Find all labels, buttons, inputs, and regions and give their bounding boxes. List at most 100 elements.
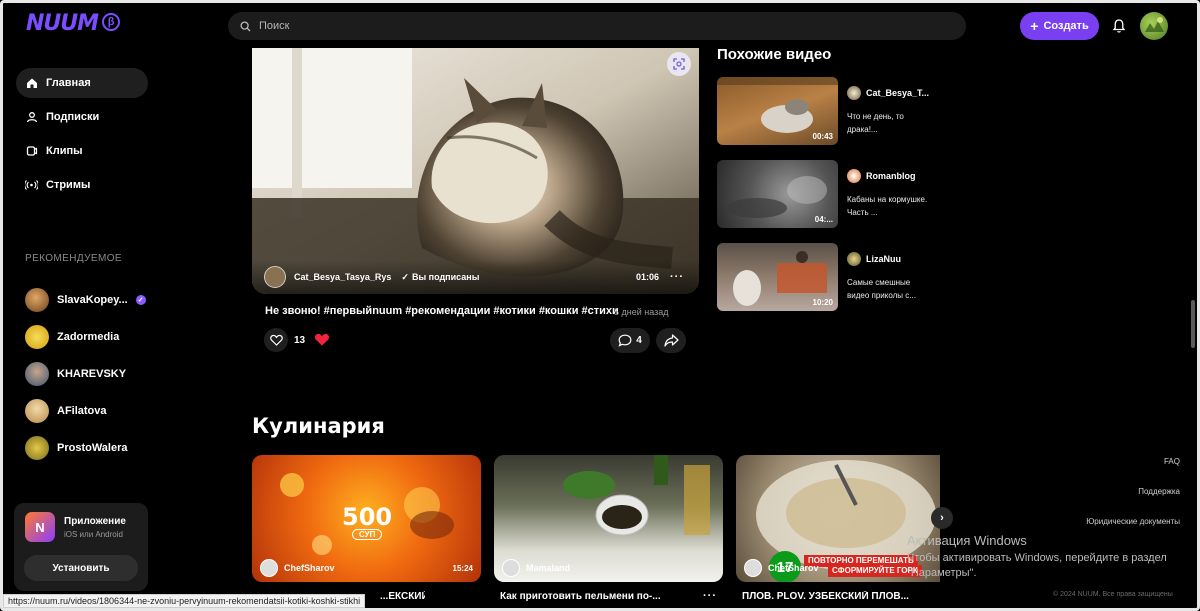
avatar [847,169,861,183]
create-button[interactable]: + Создать [1020,12,1099,40]
like-count: 13 [294,335,306,346]
footer-link-legal[interactable]: Юридические документы [1086,517,1180,526]
video-date: 5 дней назад [614,307,669,317]
card-overlay-number: 500 [342,503,393,531]
watermark-text: Чтобы активировать Windows, перейдите в … [907,552,1167,579]
video-description: Кабаны на кормушке. Часть ... [847,195,928,217]
similar-video-item[interactable]: 10:20 LizaNuu Самые смешные видео прикол… [717,243,957,311]
nav-label: Главная [46,77,91,89]
nav-item-subscriptions[interactable]: Подписки [16,102,148,132]
video-description: Самые смешные видео приколы с... [847,278,916,300]
clips-icon [25,145,38,158]
subscribed-button[interactable]: ✓ Вы подписаны [401,272,479,283]
player-author[interactable]: Cat_Besya_Tasya_Rys ✓ Вы подписаны [264,266,479,288]
recommended-channel[interactable]: Zadormedia [25,318,146,355]
scrollbar[interactable] [1191,300,1195,348]
avatar [847,86,861,100]
user-avatar[interactable] [1140,12,1168,40]
video-player[interactable]: Cat_Besya_Tasya_Rys ✓ Вы подписаны 01:06… [252,48,699,294]
recommended-channel[interactable]: SlavaKopey... ✓ [25,281,146,318]
author-name: ChefSharov [768,563,819,573]
avatar [847,252,861,266]
video-duration: 04:... [814,215,833,224]
video-card[interactable]: Mamaland [494,455,723,582]
verified-icon: ✓ [135,294,146,305]
video-description: Что не день, то драка!... [847,112,904,134]
footer-link-support[interactable]: Поддержка [1138,487,1180,496]
video-author[interactable]: LizaNuu [847,252,901,266]
channel-name: ProstoWalera [57,441,128,454]
windows-activation-watermark: Активация Windows Чтобы активировать Win… [907,533,1187,581]
channel-name: Zadormedia [57,330,120,343]
avatar [744,559,762,577]
card-caption[interactable]: ...ЕКСКИЙ... [380,591,425,602]
status-bar-url: https://nuum.ru/videos/1806344-ne-zvoniu… [3,594,366,608]
video-card[interactable]: 500 СУП ChefSharov 15:24 [252,455,481,582]
beta-badge: β [102,12,121,31]
like-button[interactable] [264,328,288,352]
video-thumbnail[interactable]: 04:... [717,160,838,228]
recommended-channel[interactable]: ProstoWalera [25,429,146,466]
comment-count: 4 [636,335,642,346]
author-name: Cat_Besya_Tasya_Rys [294,272,392,282]
nuum-logo[interactable]: NUUM β [26,11,121,36]
subscriptions-icon [25,111,38,124]
card-author[interactable]: ChefSharov [260,559,335,577]
video-duration: 00:43 [812,132,833,141]
avatar [25,324,49,349]
heart-reaction-icon[interactable] [314,332,330,347]
app-promo-subtitle: iOS или Android [64,530,123,539]
bell-icon[interactable] [1112,18,1126,34]
channel-name: SlavaKopey... [57,293,128,306]
lens-icon[interactable] [667,52,691,76]
more-icon[interactable]: ··· [670,271,684,283]
video-author[interactable]: Romanblog [847,169,916,183]
avatar [264,266,286,288]
heart-outline-icon [269,334,283,346]
comment-icon [618,334,632,347]
card-author[interactable]: Mamaland [502,559,570,577]
logo-text: NUUM [26,11,99,36]
card-caption[interactable]: Как приготовить пельмени по-... [500,591,665,602]
player-duration: 01:06 [636,272,660,282]
video-duration: 10:20 [812,298,833,307]
install-button[interactable]: Установить [24,555,138,581]
search-bar[interactable] [228,12,966,40]
author-name: Cat_Besya_T... [866,88,930,98]
avatar [25,398,49,423]
similar-video-item[interactable]: 00:43 Cat_Besya_T... Что не день, то дра… [717,77,957,145]
video-thumbnail[interactable]: 00:43 [717,77,838,145]
search-input[interactable] [259,20,859,32]
card-caption[interactable]: ПЛОВ. PLOV. УЗБЕКСКИЙ ПЛОВ... [742,591,912,602]
video-thumbnail[interactable]: 10:20 [717,243,838,311]
nav-item-clips[interactable]: Клипы [16,136,148,166]
recommended-list: SlavaKopey... ✓ Zadormedia KHAREVSKY AFi… [25,281,146,466]
video-duration: 15:24 [452,564,473,573]
recommended-heading: РЕКОМЕНДУЕМОЕ [25,253,122,264]
card-author[interactable]: ChefSharov [744,559,819,577]
video-title: Не звоню! #первыйnuum #рекомендации #кот… [265,305,619,317]
section-title-cooking: Кулинария [252,414,385,438]
footer-link-faq[interactable]: FAQ [1164,457,1180,466]
app-promo-title: Приложение [64,516,126,527]
next-arrow-icon[interactable]: › [931,507,953,529]
video-frame [252,48,699,294]
nav-label: Подписки [46,111,100,123]
similar-video-item[interactable]: 04:... Romanblog Кабаны на кормушке. Час… [717,160,957,228]
nav-item-streams[interactable]: Стримы [16,170,148,200]
more-icon[interactable]: ··· [703,590,717,602]
check-icon: ✓ [401,271,409,282]
nav-item-home[interactable]: Главная [16,68,148,98]
comment-button[interactable]: 4 [610,328,650,353]
subscribed-label: Вы подписаны [411,272,480,282]
recommended-channel[interactable]: AFilatova [25,392,146,429]
video-author[interactable]: Cat_Besya_T... [847,86,929,100]
recommended-channel[interactable]: KHAREVSKY [25,355,146,392]
app-logo-icon: N [25,512,55,542]
author-name: ChefSharov [284,563,335,573]
main-nav: Главная Подписки Клипы Стримы [16,68,148,204]
share-button[interactable] [656,328,686,353]
author-name: LizaNuu [866,254,901,264]
avatar [25,287,49,312]
channel-name: AFilatova [57,404,107,417]
